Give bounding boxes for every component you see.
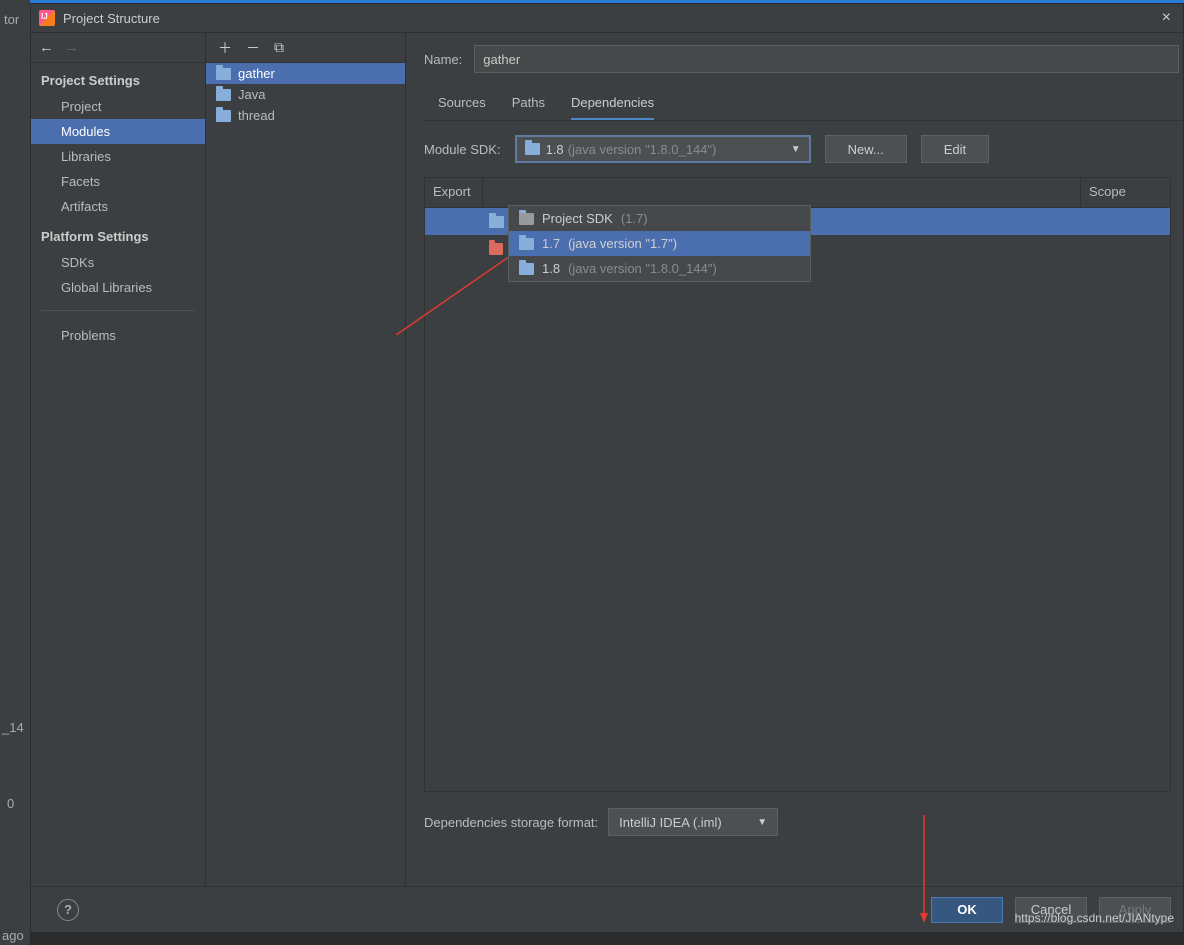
bg-text: ago	[2, 928, 24, 943]
edit-sdk-button[interactable]: Edit	[921, 135, 989, 163]
sdk-selected-text: 1.8	[546, 142, 564, 157]
sdk-folder-icon	[519, 213, 534, 225]
sdk-option-suffix: (1.7)	[621, 211, 648, 226]
background-strip: tor _14 0 ago	[0, 0, 30, 945]
chevron-down-icon: ▼	[757, 817, 767, 828]
source-folder-icon	[489, 243, 503, 255]
sidebar-item-global-libraries[interactable]: Global Libraries	[31, 275, 205, 300]
sdk-selected-suffix: (java version "1.8.0_144")	[568, 142, 717, 157]
sdk-folder-icon	[525, 143, 540, 155]
sidebar-toolbar: ← →	[31, 33, 205, 63]
sidebar-divider	[41, 310, 195, 311]
sdk-option-text: 1.8	[542, 261, 560, 276]
forward-icon[interactable]: →	[64, 39, 79, 56]
col-dependency	[483, 178, 1080, 207]
ok-button[interactable]: OK	[931, 897, 1003, 923]
bg-text: _14	[2, 720, 24, 735]
storage-value: IntelliJ IDEA (.iml)	[619, 815, 722, 830]
module-list-panel: ＋ － ⧉ gather Java thread	[206, 33, 406, 886]
chevron-down-icon: ▼	[791, 144, 801, 155]
module-tabs: Sources Paths Dependencies	[424, 95, 1183, 121]
copy-icon[interactable]: ⧉	[274, 39, 284, 56]
sdk-folder-icon	[519, 263, 534, 275]
module-name-input[interactable]	[474, 45, 1179, 73]
project-structure-dialog: Project Structure × ← → Project Settings…	[30, 3, 1184, 933]
sdk-option-17[interactable]: 1.7 (java version "1.7")	[509, 231, 810, 256]
intellij-icon	[39, 10, 55, 26]
module-folder-icon	[216, 110, 231, 122]
close-icon[interactable]: ×	[1158, 9, 1175, 27]
module-label: thread	[238, 108, 275, 123]
table-header: Export Scope	[425, 178, 1170, 208]
module-sdk-select[interactable]: 1.8 (java version "1.8.0_144") ▼	[515, 135, 811, 163]
sidebar-item-sdks[interactable]: SDKs	[31, 250, 205, 275]
title-bar: Project Structure ×	[31, 4, 1183, 32]
sdk-option-project-sdk[interactable]: Project SDK (1.7)	[509, 206, 810, 231]
name-row: Name:	[424, 45, 1183, 73]
module-label: Java	[238, 87, 265, 102]
sdk-option-18[interactable]: 1.8 (java version "1.8.0_144")	[509, 256, 810, 281]
module-label: gather	[238, 66, 275, 81]
sdk-option-suffix: (java version "1.8.0_144")	[568, 261, 717, 276]
module-sdk-row: Module SDK: 1.8 (java version "1.8.0_144…	[424, 135, 1183, 163]
bg-text: tor	[4, 12, 19, 27]
project-settings-section: Project Settings	[31, 63, 205, 94]
storage-label: Dependencies storage format:	[424, 815, 598, 830]
dialog-body: ← → Project Settings Project Modules Lib…	[31, 32, 1183, 886]
sidebar-item-libraries[interactable]: Libraries	[31, 144, 205, 169]
dialog-button-bar: ? OK Cancel Apply	[31, 886, 1183, 932]
tab-dependencies[interactable]: Dependencies	[571, 95, 654, 120]
sidebar-item-project[interactable]: Project	[31, 94, 205, 119]
dialog-title: Project Structure	[63, 11, 160, 26]
remove-icon[interactable]: －	[246, 38, 260, 58]
module-details-panel: Name: Sources Paths Dependencies Module …	[406, 33, 1183, 886]
sdk-option-text: 1.7	[542, 236, 560, 251]
back-icon[interactable]: ←	[39, 39, 54, 56]
module-sdk-label: Module SDK:	[424, 142, 501, 157]
storage-format-select[interactable]: IntelliJ IDEA (.iml) ▼	[608, 808, 778, 836]
bg-text: 0	[7, 796, 14, 811]
col-export: Export	[425, 178, 483, 207]
sdk-folder-icon	[519, 238, 534, 250]
sidebar-item-modules[interactable]: Modules	[31, 119, 205, 144]
sidebar-item-facets[interactable]: Facets	[31, 169, 205, 194]
module-folder-icon	[216, 68, 231, 80]
sdk-option-suffix: (java version "1.7")	[568, 236, 677, 251]
sdk-dropdown-popup: Project SDK (1.7) 1.7 (java version "1.7…	[508, 205, 811, 282]
new-sdk-button[interactable]: New...	[825, 135, 907, 163]
tab-sources[interactable]: Sources	[438, 95, 486, 120]
sdk-folder-icon	[489, 216, 504, 228]
sidebar-item-problems[interactable]: Problems	[31, 323, 205, 348]
module-folder-icon	[216, 89, 231, 101]
col-scope: Scope	[1080, 178, 1170, 207]
help-button[interactable]: ?	[57, 899, 79, 921]
name-label: Name:	[424, 52, 462, 67]
storage-format-row: Dependencies storage format: IntelliJ ID…	[424, 808, 1183, 836]
module-item-java[interactable]: Java	[206, 84, 405, 105]
tab-paths[interactable]: Paths	[512, 95, 545, 120]
sidebar: ← → Project Settings Project Modules Lib…	[31, 33, 206, 886]
module-toolbar: ＋ － ⧉	[206, 33, 405, 63]
sdk-option-text: Project SDK	[542, 211, 613, 226]
sidebar-item-artifacts[interactable]: Artifacts	[31, 194, 205, 219]
add-icon[interactable]: ＋	[218, 38, 232, 58]
module-item-thread[interactable]: thread	[206, 105, 405, 126]
platform-settings-section: Platform Settings	[31, 219, 205, 250]
watermark-text: https://blog.csdn.net/JIANtype	[1015, 911, 1174, 925]
module-item-gather[interactable]: gather	[206, 63, 405, 84]
